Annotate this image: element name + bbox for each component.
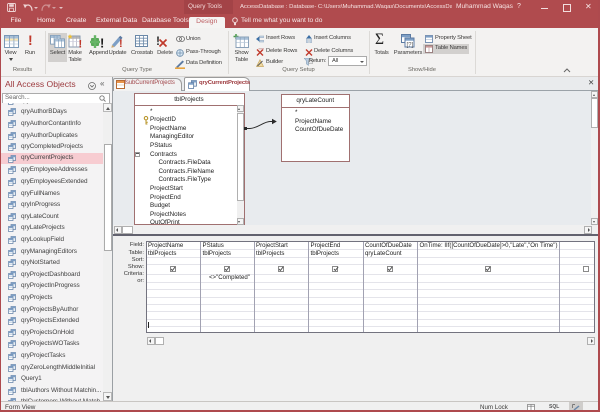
svg-text:[?]: [?] — [407, 43, 414, 49]
svg-text:!: ! — [119, 38, 123, 48]
svg-text:!: ! — [100, 36, 104, 49]
svg-text:!: ! — [79, 39, 83, 49]
